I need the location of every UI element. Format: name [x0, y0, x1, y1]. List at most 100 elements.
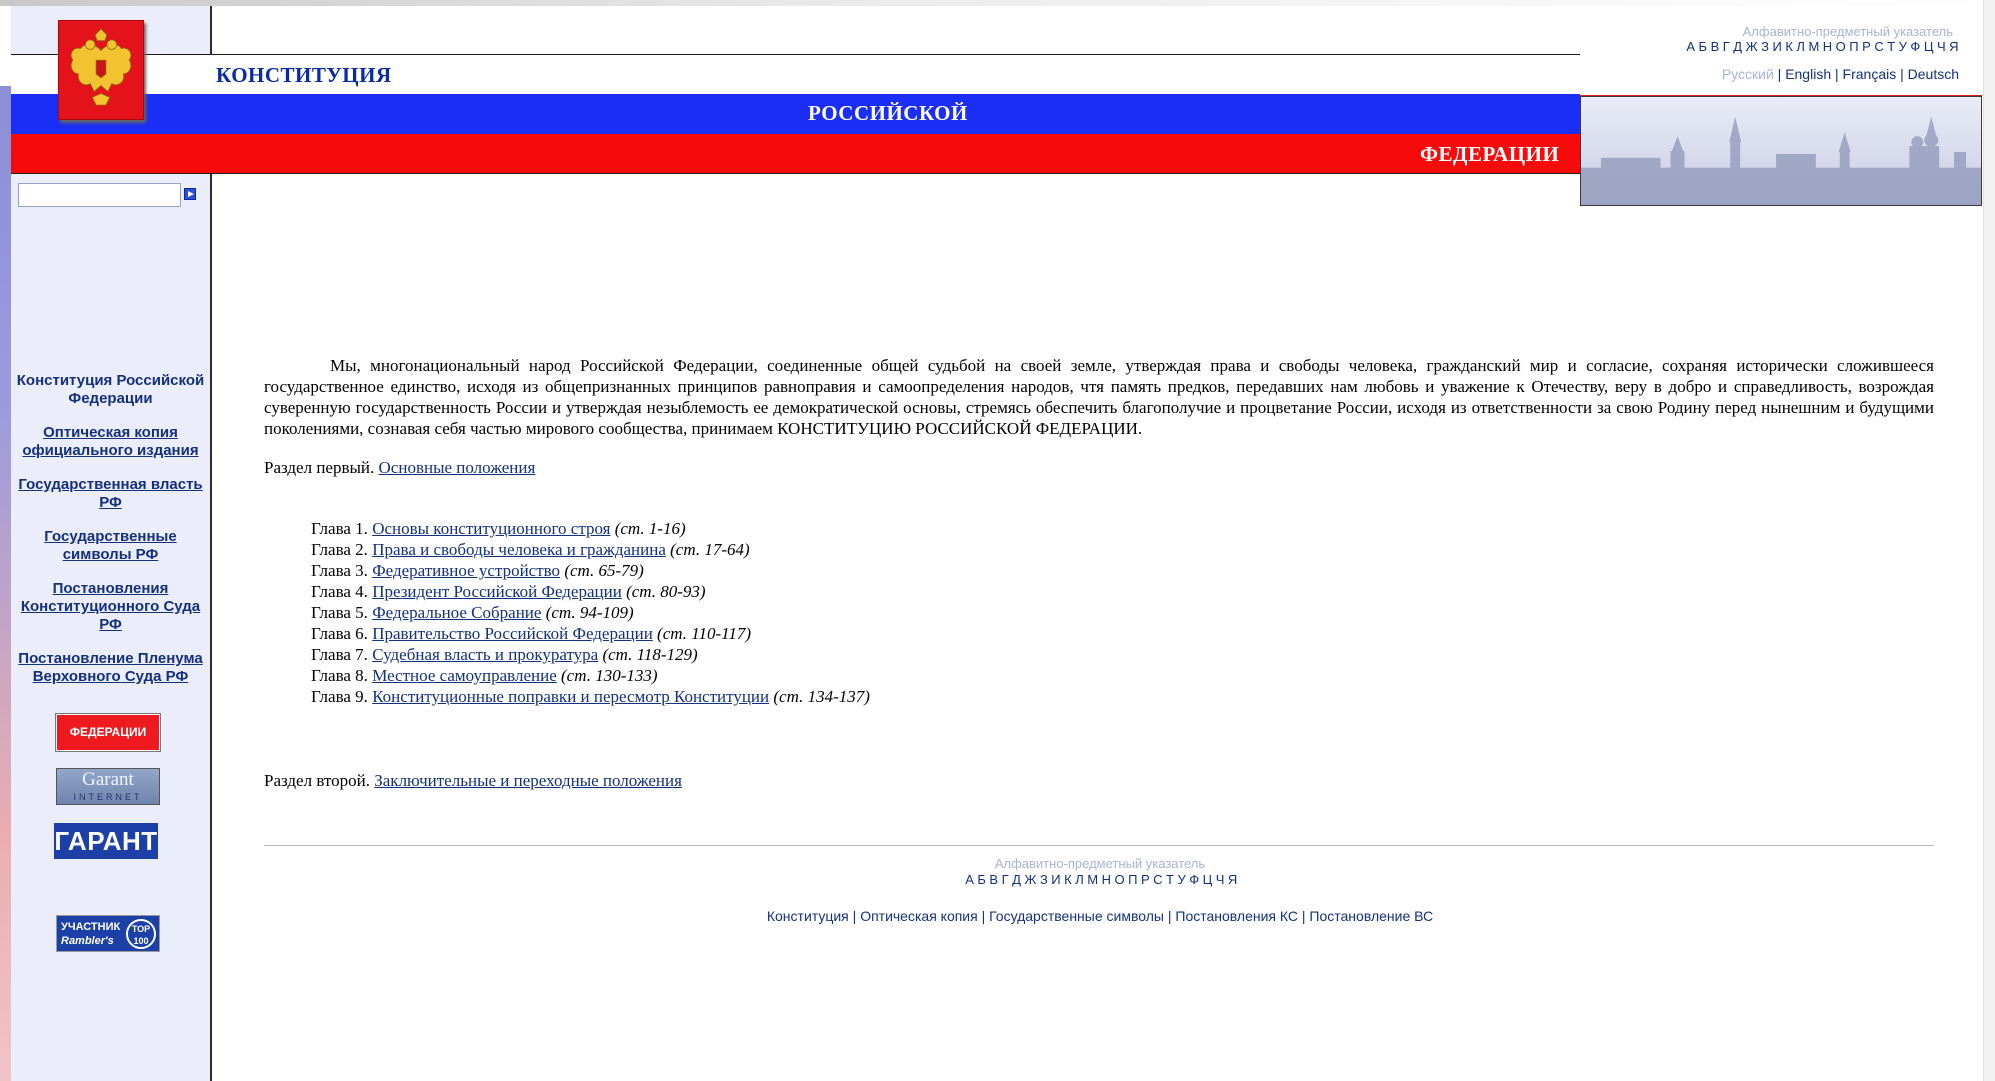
- index-letter[interactable]: Ф: [1910, 39, 1920, 54]
- garant-internet-banner[interactable]: Garant INTERNET: [56, 768, 160, 805]
- garant-banner[interactable]: ГАРАНТ: [54, 823, 158, 859]
- footer-index-letter[interactable]: П: [1128, 872, 1138, 887]
- index-letter[interactable]: Ч: [1937, 39, 1946, 54]
- footer-index-letter[interactable]: М: [1087, 872, 1098, 887]
- footer-index-letter[interactable]: Ц: [1203, 872, 1213, 887]
- index-letter[interactable]: И: [1772, 39, 1782, 54]
- index-letter[interactable]: К: [1785, 39, 1793, 54]
- sidebar-item-supreme-court[interactable]: Постановление Пленума Верховного Суда РФ: [11, 650, 210, 686]
- index-letter[interactable]: А: [1686, 39, 1695, 54]
- language-switcher: Русский | English | Français | Deutsch: [1722, 66, 1959, 82]
- preamble-text: Мы, многонациональный народ Российской Ф…: [264, 356, 1934, 438]
- footer-index-letter[interactable]: Г: [1002, 872, 1010, 887]
- alphabet-index-title: Алфавитно-предметный указатель: [1742, 24, 1953, 39]
- lang-english[interactable]: English: [1785, 66, 1831, 82]
- section-two-link[interactable]: Заключительные и переходные положения: [374, 771, 682, 790]
- section-one: Раздел первый. Основные положения: [264, 457, 1934, 478]
- footer-index-letter[interactable]: Л: [1075, 872, 1084, 887]
- chapter-link[interactable]: Права и свободы человека и гражданина: [372, 540, 666, 559]
- section-two: Раздел второй. Заключительные и переходн…: [264, 770, 1934, 791]
- chapter-link[interactable]: Основы конституционного строя: [372, 519, 610, 538]
- lang-french[interactable]: Français: [1843, 66, 1897, 82]
- footer-index-letter[interactable]: А: [965, 872, 974, 887]
- search-submit-button[interactable]: [184, 188, 196, 200]
- chapter-link[interactable]: Местное самоуправление: [372, 666, 557, 685]
- header-band-red: [11, 134, 1580, 174]
- sidebar-item-constitutional-court[interactable]: Постановления Конституционного Суда РФ: [11, 580, 210, 634]
- sidebar-item-constitution[interactable]: Конституция Российской Федерации: [11, 372, 210, 408]
- footer-index-letter[interactable]: С: [1153, 872, 1163, 887]
- federacii-banner[interactable]: ФЕДЕРАЦИИ: [55, 713, 161, 752]
- chapter-number: Глава 4.: [311, 582, 368, 601]
- index-letter[interactable]: П: [1849, 39, 1859, 54]
- footer-index-letter[interactable]: О: [1114, 872, 1125, 887]
- footer-link[interactable]: Постановления КС: [1175, 908, 1298, 924]
- section-one-link[interactable]: Основные положения: [379, 458, 536, 477]
- index-letter[interactable]: У: [1899, 39, 1908, 54]
- footer-link[interactable]: Конституция: [767, 908, 849, 924]
- index-letter[interactable]: О: [1836, 39, 1847, 54]
- chapter-article-range: (ст. 65-79): [564, 561, 644, 580]
- chapter-row: Глава 3. Федеративное устройство (ст. 65…: [311, 560, 1934, 581]
- index-letter[interactable]: С: [1874, 39, 1884, 54]
- sidebar-item-optical-copy[interactable]: Оптическая копия официального издания: [11, 424, 210, 460]
- chapter-number: Глава 5.: [311, 603, 368, 622]
- footer-index-letter[interactable]: Ф: [1189, 872, 1199, 887]
- footer-index-letter[interactable]: Ж: [1024, 872, 1037, 887]
- footer-index-letter[interactable]: Б: [977, 872, 986, 887]
- index-letter[interactable]: З: [1761, 39, 1769, 54]
- garant-internet-title: Garant: [82, 769, 134, 790]
- footer-index-letter[interactable]: И: [1051, 872, 1061, 887]
- footer-index-letter[interactable]: Д: [1012, 872, 1021, 887]
- chapter-article-range: (ст. 110-117): [657, 624, 752, 643]
- chapter-link[interactable]: Правительство Российской Федерации: [372, 624, 653, 643]
- footer-index-letter[interactable]: Н: [1102, 872, 1112, 887]
- footer-index-letter[interactable]: Т: [1166, 872, 1174, 887]
- footer-link[interactable]: Постановление ВС: [1309, 908, 1433, 924]
- footer-index-title: Алфавитно-предметный указатель: [994, 856, 1206, 871]
- footer-link[interactable]: Оптическая копия: [860, 908, 978, 924]
- footer-links: Конституция | Оптическая копия | Государ…: [0, 908, 1995, 924]
- index-letter[interactable]: Б: [1699, 39, 1708, 54]
- footer-index-letter[interactable]: З: [1040, 872, 1048, 887]
- index-letter[interactable]: Р: [1862, 39, 1871, 54]
- index-letter[interactable]: Ж: [1746, 39, 1759, 54]
- sidebar-item-state-symbols[interactable]: Государственные символы РФ: [11, 528, 210, 564]
- chapter-link[interactable]: Конституционные поправки и пересмотр Кон…: [372, 687, 769, 706]
- search-input[interactable]: [18, 183, 181, 207]
- chapter-list: Глава 1. Основы конституционного строя (…: [311, 518, 1934, 707]
- lang-german[interactable]: Deutsch: [1908, 66, 1959, 82]
- index-letter[interactable]: Г: [1723, 39, 1731, 54]
- chapter-link[interactable]: Федеративное устройство: [372, 561, 560, 580]
- chapter-row: Глава 4. Президент Российской Федерации …: [311, 581, 1934, 602]
- index-letter[interactable]: Д: [1733, 39, 1742, 54]
- main-content: Мы, многонациональный народ Российской Ф…: [264, 355, 1934, 791]
- coat-of-arms-logo[interactable]: [58, 20, 144, 120]
- footer-index-letter[interactable]: К: [1064, 872, 1072, 887]
- footer-link-separator: |: [852, 908, 857, 924]
- footer-index-letter[interactable]: У: [1177, 872, 1186, 887]
- chapter-article-range: (ст. 1-16): [614, 519, 686, 538]
- index-letter[interactable]: Я: [1949, 39, 1959, 54]
- chapter-link[interactable]: Федеральное Собрание: [372, 603, 541, 622]
- footer-index-letter[interactable]: Я: [1228, 872, 1238, 887]
- chapter-number: Глава 3.: [311, 561, 368, 580]
- header-word-konstitutsiya: КОНСТИТУЦИЯ: [216, 63, 392, 87]
- index-letter[interactable]: Ц: [1924, 39, 1934, 54]
- footer-index-letter[interactable]: В: [989, 872, 998, 887]
- index-letter[interactable]: В: [1711, 39, 1720, 54]
- footer-index-letter[interactable]: Ч: [1216, 872, 1225, 887]
- header-word-federatsii: ФЕДЕРАЦИИ: [1420, 142, 1560, 166]
- kremlin-skyline-icon: [1581, 116, 1981, 205]
- index-letter[interactable]: М: [1808, 39, 1819, 54]
- chapter-link[interactable]: Президент Российской Федерации: [372, 582, 622, 601]
- chapter-link[interactable]: Судебная власть и прокуратура: [372, 645, 598, 664]
- index-letter[interactable]: Т: [1887, 39, 1895, 54]
- index-letter[interactable]: Н: [1823, 39, 1833, 54]
- lang-separator: |: [1835, 66, 1839, 82]
- footer-link[interactable]: Государственные символы: [989, 908, 1164, 924]
- index-letter[interactable]: Л: [1796, 39, 1805, 54]
- lang-russian[interactable]: Русский: [1722, 66, 1774, 82]
- sidebar-item-state-power[interactable]: Государственная власть РФ: [11, 476, 210, 512]
- footer-index-letter[interactable]: Р: [1141, 872, 1150, 887]
